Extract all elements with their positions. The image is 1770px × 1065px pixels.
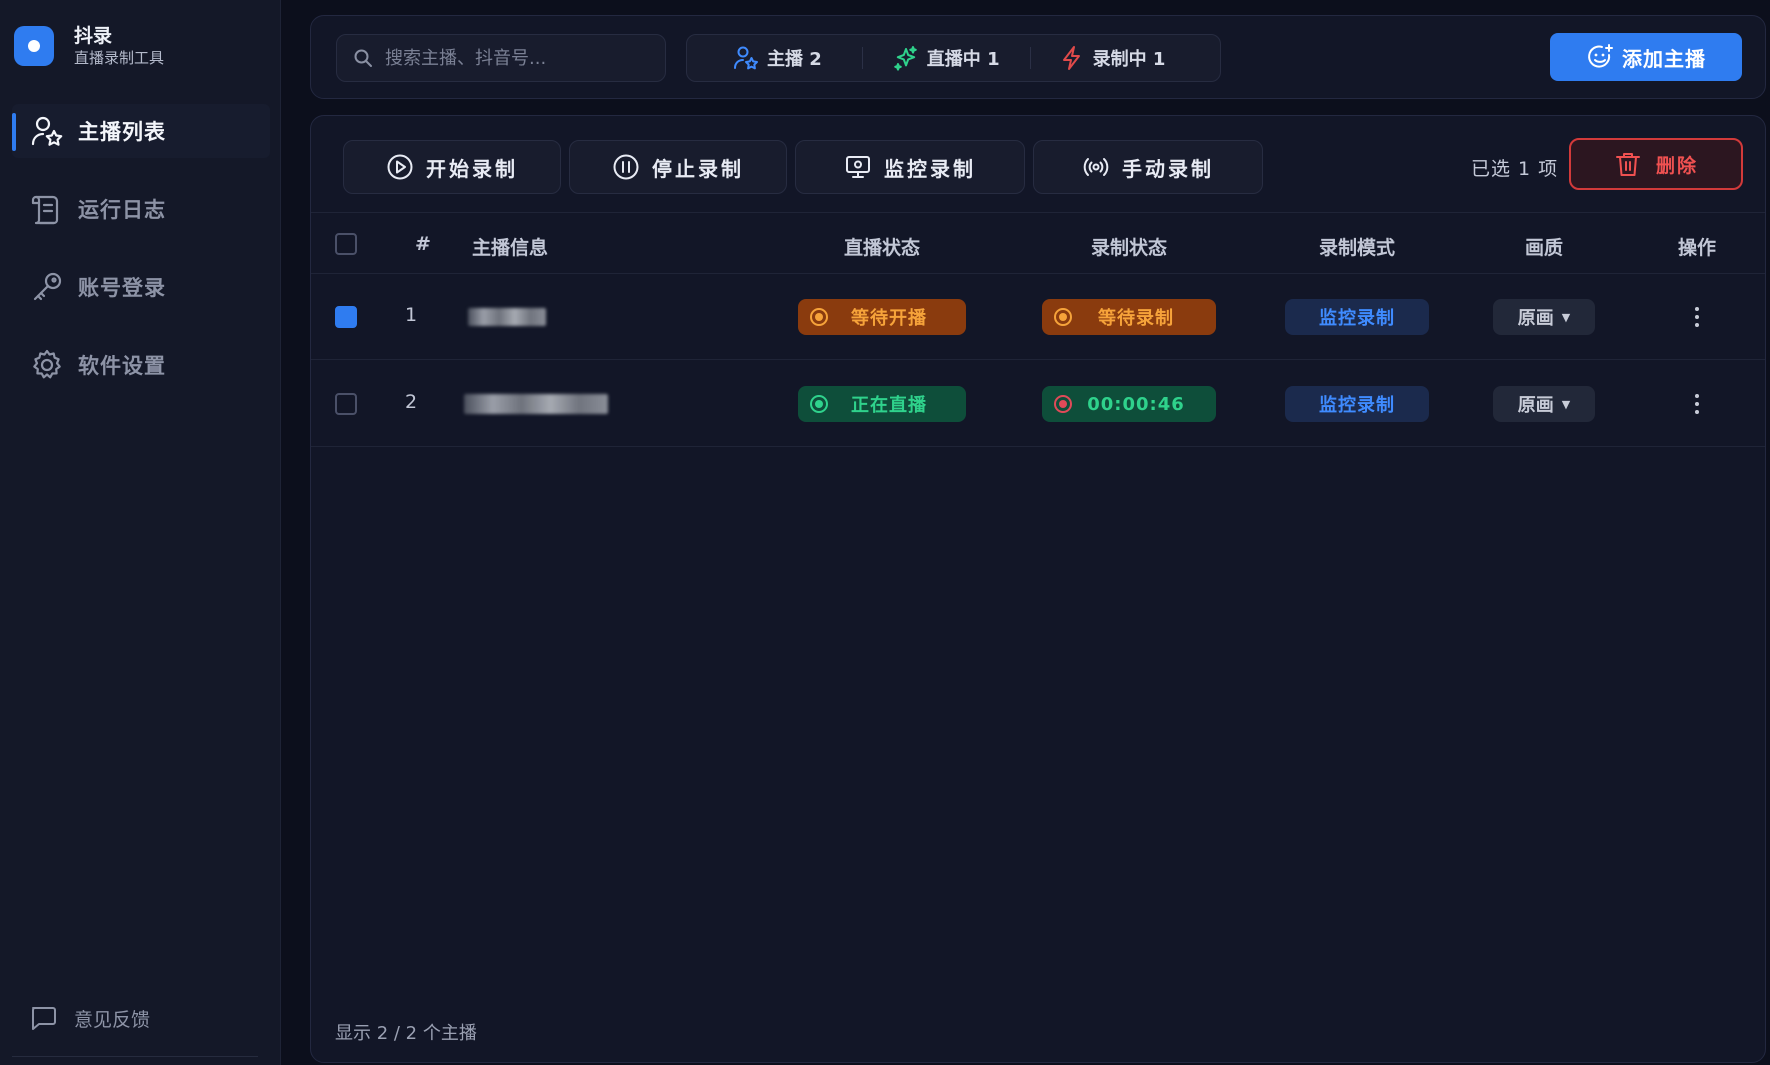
sidebar-item-run-log[interactable]: 运行日志: [12, 182, 270, 236]
add-streamer-button[interactable]: 添加主播: [1550, 33, 1742, 81]
selected-count: 已选 1 项: [1471, 158, 1559, 180]
key-icon: [33, 272, 62, 301]
stat-divider: [861, 47, 863, 69]
search-input[interactable]: [385, 47, 645, 69]
record-mode-badge: 监控录制: [1285, 299, 1429, 335]
trash-icon: [1615, 153, 1640, 176]
record-mode-badge: 监控录制: [1285, 386, 1429, 422]
sidebar-item-label: 主播列表: [78, 120, 166, 144]
play-icon: [387, 154, 413, 180]
streamer-count-footer: 显示 2 / 2 个主播: [335, 1023, 477, 1044]
search-box[interactable]: [336, 34, 666, 82]
pause-icon: [613, 154, 639, 180]
column-header: #: [415, 233, 431, 255]
sidebar-item-label: 软件设置: [78, 354, 166, 378]
table-row[interactable]: 2 正在直播 00:00:46 监控录制 原画 ▼: [311, 361, 1765, 447]
more-actions-icon[interactable]: [1685, 299, 1709, 335]
app-name: 抖录: [74, 25, 113, 47]
stats-bar: 主播 2 直播中 1 录制中 1: [686, 34, 1221, 82]
sidebar-item-streamer-list[interactable]: 主播列表: [12, 104, 270, 158]
streamer-avatar-blurred: [464, 394, 608, 414]
feedback-label: 意见反馈: [74, 1008, 151, 1031]
caret-down-icon: ▼: [1561, 310, 1571, 324]
start-record-button[interactable]: 开始录制: [343, 140, 561, 194]
column-header: 画质: [1524, 237, 1564, 259]
live-status-badge: 正在直播: [798, 386, 966, 422]
stat-streamers: 主播 2: [733, 45, 822, 71]
caret-down-icon: ▼: [1561, 397, 1571, 411]
streamer-icon: [734, 46, 758, 70]
row-checkbox[interactable]: [335, 306, 357, 328]
brand: 抖录 直播录制工具: [14, 24, 164, 68]
column-header: 操作: [1677, 237, 1717, 259]
row-index: 2: [404, 391, 418, 413]
users-icon: [31, 116, 63, 146]
recording-dot-icon: [1054, 395, 1072, 413]
add-user-icon: [1588, 44, 1613, 68]
manual-record-button[interactable]: 手动录制: [1033, 140, 1263, 194]
sidebar-item-label: 账号登录: [78, 276, 166, 300]
stop-record-button[interactable]: 停止录制: [569, 140, 787, 194]
table-header: # 主播信息 直播状态 录制状态 录制模式 画质 操作: [311, 212, 1765, 274]
sidebar-item-label: 运行日志: [78, 198, 166, 222]
lightning-icon: [1062, 46, 1080, 70]
gear-icon: [33, 349, 61, 379]
chat-icon: [32, 1007, 56, 1030]
monitor-record-button[interactable]: 监控录制: [795, 140, 1025, 194]
monitor-icon: [846, 156, 870, 178]
column-header: 主播信息: [472, 237, 549, 259]
select-all-checkbox[interactable]: [335, 233, 357, 255]
streamer-avatar-blurred: [468, 308, 546, 326]
quality-select[interactable]: 原画 ▼: [1493, 299, 1595, 335]
more-actions-icon[interactable]: [1685, 386, 1709, 422]
search-icon: [354, 49, 372, 67]
sparkle-icon: [893, 46, 917, 71]
sidebar-item-settings[interactable]: 软件设置: [12, 338, 270, 392]
sidebar-item-account-login[interactable]: 账号登录: [12, 260, 270, 314]
broadcast-icon: [1083, 158, 1109, 176]
feedback-link[interactable]: 意见反馈: [28, 1003, 150, 1033]
row-checkbox[interactable]: [335, 393, 357, 415]
app-subtitle: 直播录制工具: [74, 49, 165, 67]
scroll-icon: [31, 195, 59, 225]
column-header: 录制模式: [1318, 237, 1396, 259]
column-header: 录制状态: [1090, 237, 1168, 259]
sidebar: 抖录 直播录制工具 主播列表 运行日志 账号登录 软件设置 意见反馈: [0, 0, 281, 1065]
stat-live: 直播中 1: [893, 45, 1000, 71]
delete-button[interactable]: 删除: [1569, 138, 1743, 190]
record-status-badge: 等待录制: [1042, 299, 1216, 335]
app-logo-icon: [14, 26, 54, 66]
row-index: 1: [404, 304, 418, 326]
stat-divider: [1029, 47, 1031, 69]
record-status-badge: 00:00:46: [1042, 386, 1216, 422]
table-row[interactable]: 1 等待开播 等待录制 监控录制 原画 ▼: [311, 274, 1765, 360]
column-header: 直播状态: [843, 237, 921, 259]
stat-recording: 录制中 1: [1059, 45, 1165, 71]
quality-select[interactable]: 原画 ▼: [1493, 386, 1595, 422]
top-bar: 主播 2 直播中 1 录制中 1 添加主播: [310, 15, 1766, 99]
live-status-badge: 等待开播: [798, 299, 966, 335]
divider: [12, 1056, 258, 1057]
streamer-panel: 开始录制 停止录制 监控录制 手动录制 已选 1 项 删除 # 主播信息 直播状…: [310, 115, 1766, 1063]
